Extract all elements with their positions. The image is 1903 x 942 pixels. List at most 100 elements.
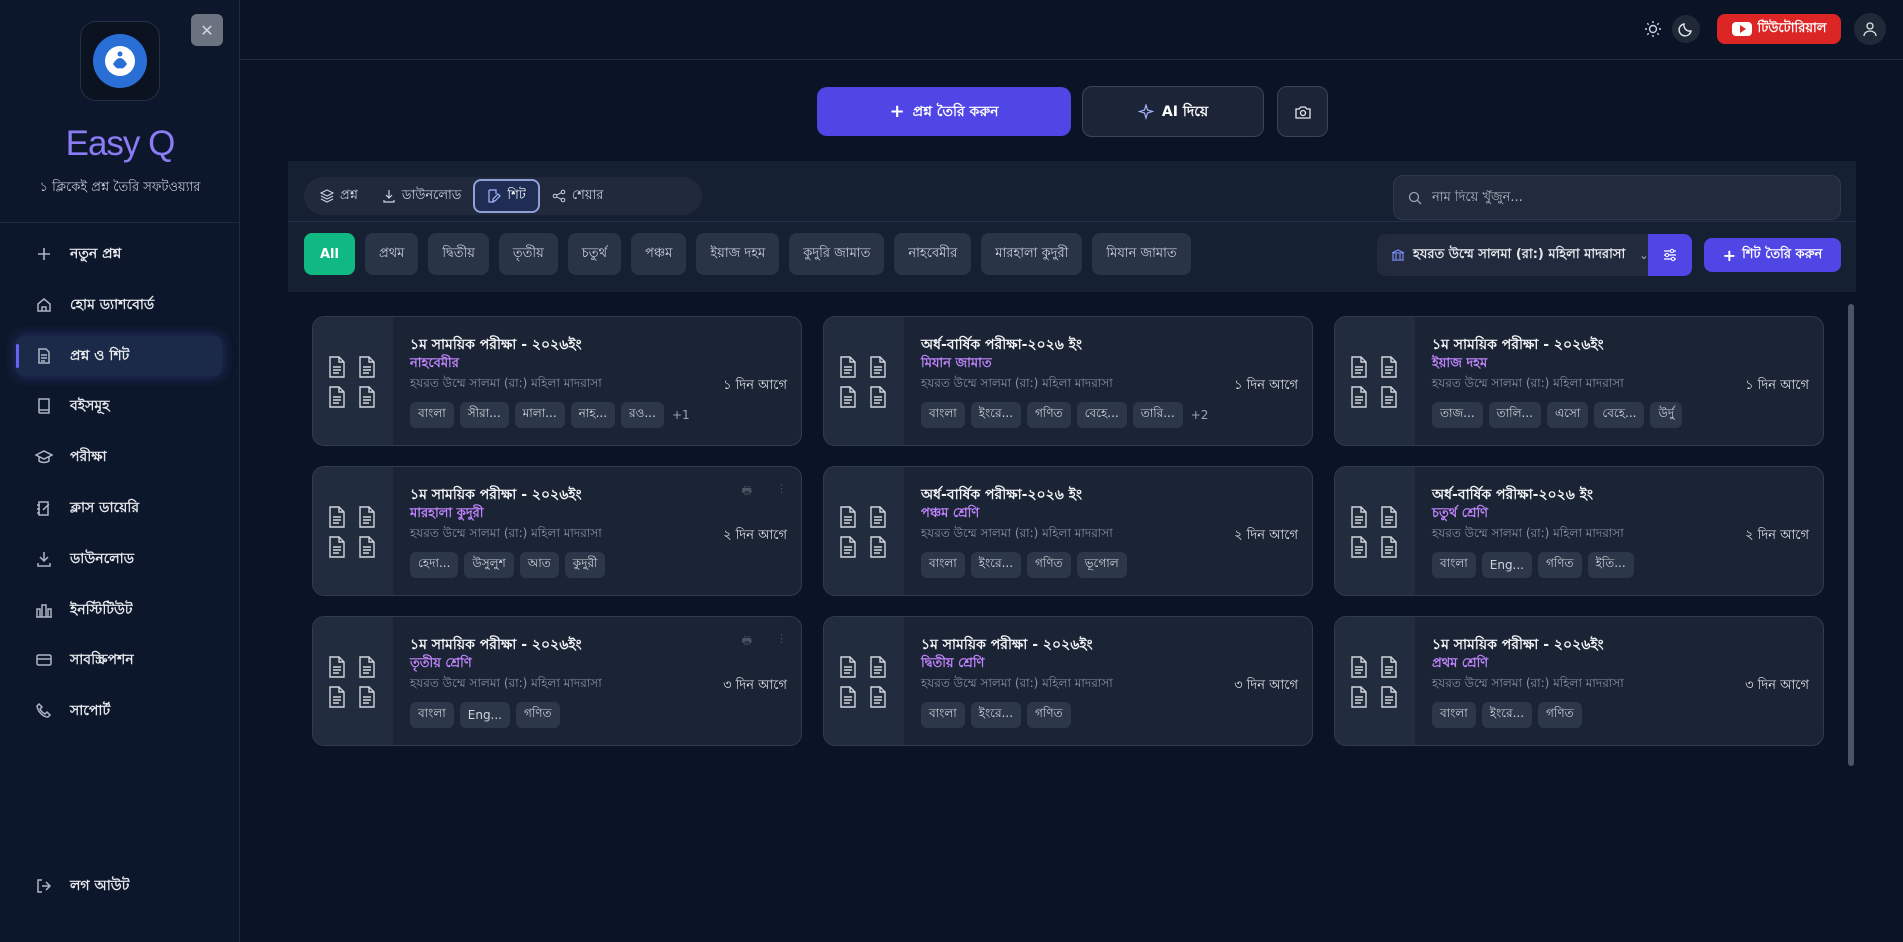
document-icon [838, 386, 860, 408]
ai-generate-button[interactable]: AI দিয়ে [1082, 86, 1264, 137]
subject-tag: ইংরে... [970, 552, 1022, 578]
subject-tag: কুদুরী [564, 552, 606, 578]
plus-icon [34, 244, 54, 264]
document-icon [327, 686, 349, 708]
search-icon [1408, 191, 1422, 204]
tab-questions[interactable]: প্রশ্ন [308, 179, 370, 213]
search-input[interactable] [1432, 190, 1812, 205]
phone-icon [34, 701, 54, 721]
sheet-card[interactable]: ১ম সাময়িক পরীক্ষা - ২০২৬ইং দ্বিতীয় শ্রে… [823, 616, 1313, 746]
print-icon[interactable]: 🖶 [742, 482, 752, 501]
sheet-card[interactable]: ১ম সাময়িক পরীক্ষা - ২০২৬ইং ইয়াজ দহম হযরত… [1334, 316, 1824, 446]
dark-mode-button[interactable] [1672, 15, 1700, 43]
subject-tag: গণিত [1538, 702, 1582, 728]
plus-icon: + [889, 101, 905, 122]
app-name: Easy Q [65, 124, 176, 163]
sheet-card[interactable]: ১ম সাময়িক পরীক্ষা - ২০২৬ইং তৃতীয় শ্রেণি… [312, 616, 802, 746]
scrollbar-thumb[interactable] [1848, 304, 1854, 766]
logout-icon [34, 876, 54, 896]
book-icon [34, 396, 54, 416]
sidebar-item-books[interactable]: বইসমূহ [16, 386, 222, 426]
card-timestamp: ২ দিন আগে [1745, 528, 1809, 543]
close-icon: ✕ [200, 20, 214, 40]
filter-chip-all[interactable]: All [304, 233, 355, 275]
sliders-icon [1664, 248, 1676, 262]
card-subject-tags: বাংলা সীরা... মালা... নাহ... রও... +1 [410, 402, 690, 428]
more-vertical-icon[interactable]: ⋮ [776, 482, 787, 501]
filter-settings-button[interactable] [1648, 234, 1692, 276]
filter-chip[interactable]: চতুর্থ [567, 233, 621, 275]
document-icon [34, 346, 54, 366]
tab-sheet[interactable]: শিট [473, 179, 540, 213]
sidebar-item-class-diary[interactable]: ক্লাস ডায়েরি [16, 488, 222, 528]
sidebar-item-label: সাপোর্ট [70, 703, 111, 720]
document-icon [1349, 536, 1371, 558]
filter-chip[interactable]: প্রথম [364, 233, 419, 275]
document-icon [1379, 536, 1401, 558]
user-menu-button[interactable] [1854, 13, 1886, 45]
filter-chip[interactable]: কুদুরি জামাত [789, 233, 885, 275]
sidebar-item-questions-sheets[interactable]: প্রশ্ন ও শিট [16, 335, 222, 376]
sidebar-item-label: পরীক্ষা [70, 449, 107, 466]
card-timestamp: ১ দিন আগে [1234, 378, 1298, 393]
card-class: প্রথম শ্রেণি [1432, 656, 1489, 671]
institute-select[interactable]: হযরত উম্মে সালমা (রা:) মহিলা মাদরাসা ⌄ [1377, 234, 1649, 276]
sheet-card[interactable]: ১ম সাময়িক পরীক্ষা - ২০২৬ইং মারহালা কুদুর… [312, 466, 802, 596]
subject-tag: ভূগোল [1076, 552, 1127, 578]
logout-button[interactable]: লগ আউট [16, 866, 222, 906]
subject-tag: বাংলা [410, 402, 454, 428]
sheet-card[interactable]: ১ম সাময়িক পরীক্ষা - ২০২৬ইং নাহবেমীর হযরত … [312, 316, 802, 446]
sidebar-item-exam[interactable]: পরীক্ষা [16, 437, 222, 477]
more-vertical-icon[interactable]: ⋮ [776, 632, 787, 651]
sidebar-item-new-question[interactable]: নতুন প্রশ্ন [16, 234, 222, 274]
light-mode-button[interactable] [1640, 16, 1666, 42]
sun-icon [1645, 21, 1661, 37]
create-question-button[interactable]: + প্রশ্ন তৈরি করুন [817, 87, 1071, 136]
sidebar-item-label: সাবস্ক্রিপশন [70, 652, 134, 669]
print-icon[interactable]: 🖶 [742, 632, 752, 651]
close-sidebar-button[interactable]: ✕ [191, 14, 223, 46]
card-actions: 🖶 ⋮ [742, 482, 787, 501]
sidebar-item-home-dashboard[interactable]: হোম ড্যাশবোর্ড [16, 285, 222, 325]
sidebar-divider [0, 222, 240, 223]
filter-chip[interactable]: তৃতীয় [498, 233, 558, 275]
filter-chip[interactable]: নাহবেমীর [894, 233, 972, 275]
filter-chip[interactable]: ইয়াজ দহম [696, 233, 780, 275]
document-icon [327, 536, 349, 558]
layers-icon [320, 189, 334, 203]
card-timestamp: ১ দিন আগে [723, 378, 787, 393]
document-icon [1349, 656, 1371, 678]
tab-share[interactable]: শেয়ার [540, 179, 616, 213]
document-icon [1349, 686, 1371, 708]
document-icon [838, 686, 860, 708]
sheet-card[interactable]: অর্ধ-বার্ষিক পরীক্ষা-২০২৬ ইং মিযান জামাত হ… [823, 316, 1313, 446]
card-subject-tags: বাংলা ইংরে... গণিত [1432, 702, 1582, 728]
filter-chip[interactable]: পঞ্চম [631, 233, 687, 275]
scrollbar[interactable] [1848, 304, 1854, 766]
document-icon [838, 536, 860, 558]
filter-chip[interactable]: মিযান জামাত [1092, 233, 1191, 275]
card-subject-tags: বাংলা ইংরে... গণিত ভূগোল [921, 552, 1127, 578]
subject-tag: বাংলা [921, 702, 965, 728]
create-sheet-button[interactable]: + শিট তৈরি করুন [1704, 238, 1841, 272]
tab-download[interactable]: ডাউনলোড [370, 179, 473, 213]
subject-tag: রও... [621, 402, 664, 428]
filter-chip[interactable]: দ্বিতীয় [428, 233, 489, 275]
sheet-card[interactable]: অর্ধ-বার্ষিক পরীক্ষা-২০২৬ ইং চতুর্থ শ্রেণ… [1334, 466, 1824, 596]
sidebar-item-institute[interactable]: ইনস্টিটিউট [16, 590, 222, 630]
sidebar-item-subscription[interactable]: সাবস্ক্রিপশন [16, 640, 222, 680]
app-tagline: ১ ক্লিকেই প্রশ্ন তৈরি সফটওয়্যার [39, 180, 201, 195]
sheet-card[interactable]: অর্ধ-বার্ষিক পরীক্ষা-২০২৬ ইং পঞ্চম শ্রেণি… [823, 466, 1313, 596]
sheet-card[interactable]: ১ম সাময়িক পরীক্ষা - ২০২৬ইং প্রথম শ্রেণি হ… [1334, 616, 1824, 746]
card-thumbnail [313, 317, 393, 445]
sidebar-item-download[interactable]: ডাউনলোড [16, 539, 222, 579]
filter-chip[interactable]: মারহালা কুদুরী [981, 233, 1083, 275]
subject-tag: গণিত [1027, 552, 1071, 578]
card-institute: হযরত উম্মে সালমা (রা:) মহিলা মাদরাসা [921, 376, 1113, 390]
camera-button[interactable] [1277, 86, 1328, 137]
card-timestamp: ২ দিন আগে [723, 528, 787, 543]
tutorial-button[interactable]: টিউটোরিয়াল [1717, 14, 1841, 44]
card-thumbnail [1335, 317, 1415, 445]
sidebar-item-support[interactable]: সাপোর্ট [16, 691, 222, 731]
download-icon [34, 549, 54, 569]
